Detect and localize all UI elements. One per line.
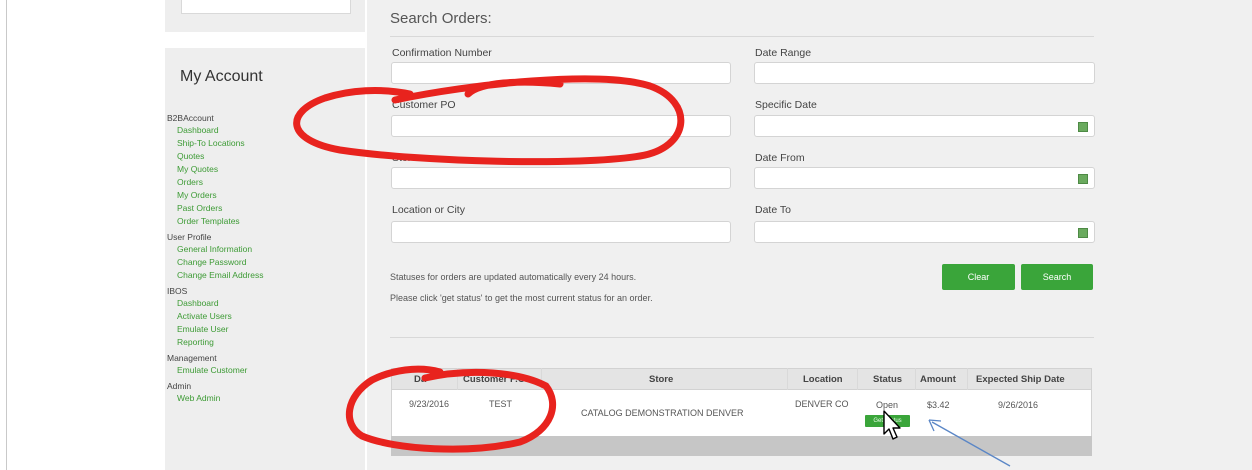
sidebar-item-past-orders[interactable]: Past Orders — [167, 202, 357, 215]
sidebar-group: B2BAccount Dashboard Ship-To Locations Quot… — [167, 112, 357, 228]
sidebar-group: User Profile General Information Change Pa… — [167, 231, 357, 282]
sidebar-group-heading: Management — [167, 353, 217, 363]
sidebar-group-heading: IBOS — [167, 286, 188, 296]
sidebar-item-ship-to-locations[interactable]: Ship-To Locations — [167, 137, 357, 150]
date-to-label: Date To — [755, 204, 791, 216]
sidebar-item-my-quotes[interactable]: My Quotes — [167, 163, 357, 176]
order-location: DENVER CO — [795, 399, 849, 409]
column-header-location[interactable]: Location — [803, 374, 843, 385]
location-city-label: Location or City — [392, 204, 465, 216]
sidebar-group: IBOS Dashboard Activate Users Emulate User R… — [167, 285, 357, 349]
sidebar-group: Admin Web Admin — [167, 380, 357, 405]
sidebar-group: Management Emulate Customer — [167, 352, 357, 377]
get-status-note: Please click 'get status' to get the mos… — [390, 293, 653, 303]
search-title: Search Orders: — [390, 10, 492, 27]
store-input[interactable] — [391, 167, 731, 189]
location-city-input[interactable] — [391, 221, 731, 243]
horizontal-scrollbar[interactable] — [391, 436, 1092, 456]
calendar-icon[interactable] — [1078, 122, 1088, 132]
sidebar-item-emulate-user[interactable]: Emulate User — [167, 323, 357, 336]
sidebar-item-web-admin[interactable]: Web Admin — [167, 392, 357, 405]
calendar-icon[interactable] — [1078, 228, 1088, 238]
specific-date-label: Specific Date — [755, 99, 817, 111]
order-amount: $3.42 — [927, 400, 950, 410]
column-header-amount[interactable]: Amount — [920, 374, 956, 385]
sidebar-item-orders[interactable]: Orders — [167, 176, 357, 189]
table-header: Da Customer P.O. Store Location Status A… — [391, 368, 1092, 390]
sidebar-title: My Account — [180, 68, 263, 85]
divider — [390, 337, 1094, 338]
column-header-expected-ship-date[interactable]: Expected Ship Date — [976, 374, 1065, 385]
sidebar-item-quotes[interactable]: Quotes — [167, 150, 357, 163]
sidebar-item-general-information[interactable]: General Information — [167, 243, 357, 256]
order-date: 9/23/2016 — [409, 399, 450, 409]
customer-po-label: Customer PO — [392, 99, 456, 111]
date-to-input[interactable] — [754, 221, 1095, 243]
order-status: Open — [876, 400, 899, 410]
date-from-input[interactable] — [754, 167, 1095, 189]
status-note: Statuses for orders are updated automati… — [390, 272, 637, 282]
sidebar-search-box[interactable] — [181, 0, 351, 14]
search-button[interactable]: Search — [1021, 264, 1093, 290]
order-customer-po: TEST — [489, 399, 513, 409]
divider — [390, 36, 1094, 37]
column-header-status[interactable]: Status — [873, 374, 902, 385]
mouse-cursor-icon — [883, 410, 901, 440]
date-range-label: Date Range — [755, 47, 812, 59]
date-from-label: Date From — [755, 152, 805, 164]
sidebar-nav: B2BAccount Dashboard Ship-To Locations Quot… — [167, 112, 357, 408]
sidebar-item-change-email-address[interactable]: Change Email Address — [167, 269, 357, 282]
order-ship-date: 9/26/2016 — [998, 400, 1039, 410]
order-store: CATALOG DEMONSTRATION DENVER — [581, 408, 744, 418]
date-range-input[interactable] — [754, 62, 1095, 84]
customer-po-input[interactable] — [391, 115, 731, 137]
sidebar-group-heading: B2BAccount — [167, 113, 214, 123]
specific-date-input[interactable] — [754, 115, 1095, 137]
sidebar-item-activate-users[interactable]: Activate Users — [167, 310, 357, 323]
table-row[interactable]: 9/23/2016 TEST CATALOG DEMONSTRATION DEN… — [391, 390, 1092, 436]
sidebar-item-reporting[interactable]: Reporting — [167, 336, 357, 349]
store-label: Store — [392, 152, 418, 164]
confirmation-number-label: Confirmation Number — [392, 47, 492, 59]
sidebar-group-heading: User Profile — [167, 232, 212, 242]
column-header-date[interactable]: Da — [414, 374, 426, 385]
sidebar-item-my-orders[interactable]: My Orders — [167, 189, 357, 202]
sidebar: My Account B2BAccount Dashboard Ship-To Lo… — [165, 48, 365, 470]
sidebar-item-dashboard[interactable]: Dashboard — [167, 297, 357, 310]
calendar-icon[interactable] — [1078, 174, 1088, 184]
sidebar-group-heading: Admin — [167, 381, 192, 391]
confirmation-number-input[interactable] — [391, 62, 731, 84]
column-header-store[interactable]: Store — [649, 374, 673, 385]
column-header-customer-po[interactable]: Customer P.O. — [463, 374, 528, 385]
clear-button[interactable]: Clear — [942, 264, 1015, 290]
sidebar-item-order-templates[interactable]: Order Templates — [167, 215, 357, 228]
sidebar-item-dashboard[interactable]: Dashboard — [167, 124, 357, 137]
sidebar-item-change-password[interactable]: Change Password — [167, 256, 357, 269]
sidebar-item-emulate-customer[interactable]: Emulate Customer — [167, 364, 357, 377]
